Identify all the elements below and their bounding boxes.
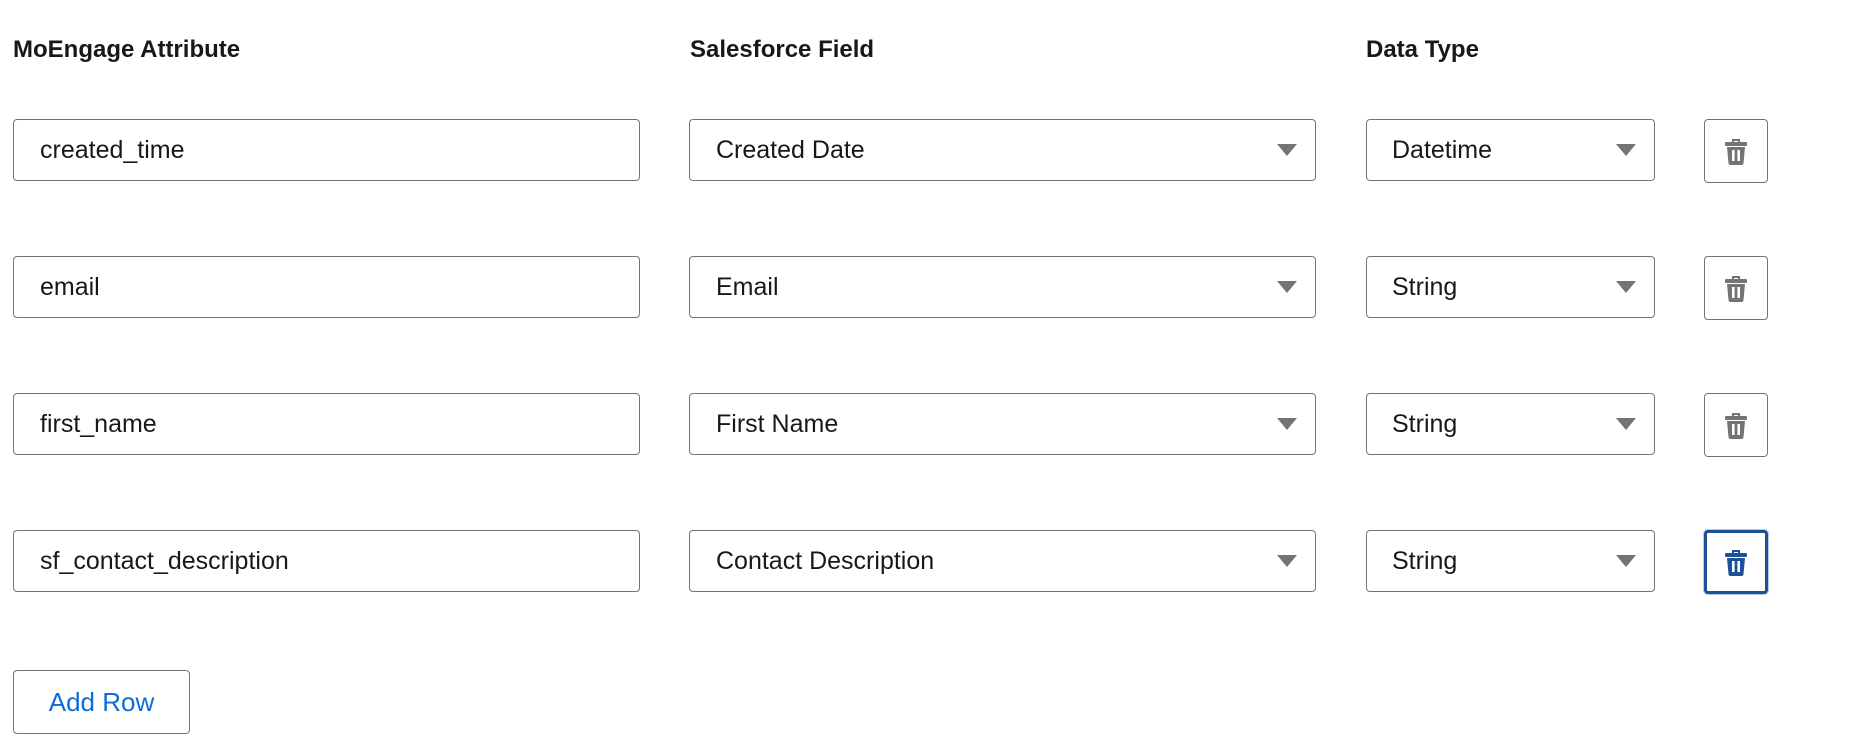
- salesforce-field-value: Email: [716, 272, 779, 301]
- moengage-attribute-value: created_time: [40, 135, 185, 164]
- salesforce-field-value: First Name: [716, 409, 839, 438]
- salesforce-field-value: Contact Description: [716, 546, 935, 575]
- delete-row-button[interactable]: [1704, 256, 1768, 320]
- mapping-header-field: Salesforce Field: [690, 36, 875, 63]
- mapping-row: email Email String: [0, 256, 1852, 320]
- chevron-down-icon: [1616, 418, 1636, 430]
- data-type-value: String: [1392, 409, 1458, 438]
- mapping-header-attribute: MoEngage Attribute: [13, 36, 241, 63]
- mapping-row: created_time Created Date Datetime: [0, 119, 1852, 183]
- chevron-down-icon: [1616, 555, 1636, 567]
- moengage-attribute-value: email: [40, 272, 100, 301]
- moengage-attribute-input[interactable]: created_time: [13, 119, 640, 181]
- chevron-down-icon: [1277, 144, 1297, 156]
- trash-icon: [1725, 413, 1747, 439]
- salesforce-field-select[interactable]: Created Date: [689, 119, 1316, 181]
- mapping-row: first_name First Name String: [0, 393, 1852, 457]
- data-type-select[interactable]: Datetime: [1366, 119, 1655, 181]
- moengage-attribute-value: first_name: [40, 409, 157, 438]
- moengage-attribute-input[interactable]: sf_contact_description: [13, 530, 640, 592]
- trash-icon: [1725, 139, 1747, 165]
- chevron-down-icon: [1277, 418, 1297, 430]
- delete-row-button[interactable]: [1704, 393, 1768, 457]
- delete-row-button[interactable]: [1704, 530, 1768, 594]
- moengage-attribute-input[interactable]: email: [13, 256, 640, 318]
- trash-icon: [1725, 276, 1747, 302]
- chevron-down-icon: [1277, 555, 1297, 567]
- chevron-down-icon: [1277, 281, 1297, 293]
- chevron-down-icon: [1616, 144, 1636, 156]
- data-type-select[interactable]: String: [1366, 530, 1655, 592]
- salesforce-field-select[interactable]: Contact Description: [689, 530, 1316, 592]
- moengage-attribute-value: sf_contact_description: [40, 546, 289, 575]
- salesforce-field-value: Created Date: [716, 135, 865, 164]
- trash-icon: [1725, 550, 1747, 576]
- salesforce-field-select[interactable]: First Name: [689, 393, 1316, 455]
- data-type-value: Datetime: [1392, 135, 1493, 164]
- salesforce-field-select[interactable]: Email: [689, 256, 1316, 318]
- data-type-value: String: [1392, 272, 1458, 301]
- mapping-header-type: Data Type: [1366, 36, 1479, 63]
- add-row-button[interactable]: Add Row: [13, 670, 190, 734]
- data-type-value: String: [1392, 546, 1458, 575]
- delete-row-button[interactable]: [1704, 119, 1768, 183]
- moengage-attribute-input[interactable]: first_name: [13, 393, 640, 455]
- mapping-row: sf_contact_description Contact Descripti…: [0, 530, 1852, 594]
- chevron-down-icon: [1616, 281, 1636, 293]
- data-type-select[interactable]: String: [1366, 256, 1655, 318]
- data-type-select[interactable]: String: [1366, 393, 1655, 455]
